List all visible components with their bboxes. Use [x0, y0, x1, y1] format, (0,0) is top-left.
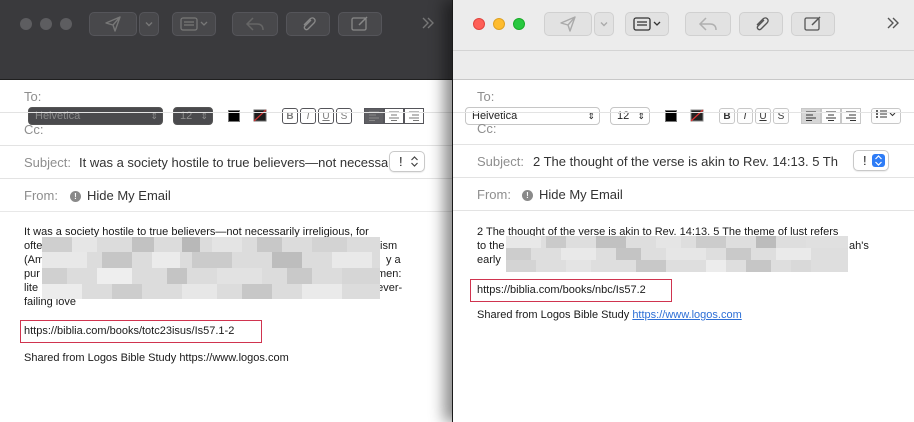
info-icon: !	[70, 191, 81, 202]
compose-format-icon	[804, 16, 821, 31]
cc-label: Cc:	[24, 122, 44, 137]
subject-field-row[interactable]: Subject: 2 The thought of the verse is a…	[453, 145, 914, 178]
close-button[interactable]	[20, 18, 32, 30]
chevron-down-icon	[145, 22, 153, 27]
send-options-button[interactable]	[139, 12, 159, 36]
subject-label: Subject:	[477, 154, 524, 169]
body-line-end: ah's	[849, 240, 869, 252]
left-format-bar: Helvetica ⇕ 12 ⇕ B I U S	[0, 51, 452, 125]
priority-select[interactable]: !	[853, 150, 889, 171]
body-line-start: pur	[24, 268, 40, 280]
highlighted-link-box: https://biblia.com/books/totc23isus/Is57…	[20, 320, 262, 343]
body-line-start: ofte	[24, 240, 43, 252]
attachment-icon	[756, 17, 769, 31]
header-fields-icon	[180, 17, 208, 31]
biblia-link[interactable]: https://biblia.com/books/totc23isus/Is57…	[24, 325, 234, 337]
to-field-row[interactable]: To:	[453, 80, 914, 113]
header-fields-icon	[633, 17, 661, 31]
reply-icon	[698, 17, 717, 31]
body-line-end: y a	[386, 254, 401, 266]
share-line: Shared from Logos Bible Study https://ww…	[24, 352, 289, 364]
format-button[interactable]	[338, 12, 382, 36]
right-titlebar	[453, 0, 914, 51]
reply-icon	[245, 17, 264, 31]
send-options-button[interactable]	[594, 12, 614, 36]
stepper-chevrons-icon	[408, 155, 421, 168]
right-format-bar: Helvetica ⇕ 12 ⇕ B I U S	[453, 51, 914, 125]
info-icon: !	[522, 190, 533, 201]
send-button[interactable]	[89, 12, 137, 36]
attachment-button[interactable]	[739, 12, 783, 36]
subject-label: Subject:	[24, 155, 71, 170]
zoom-button[interactable]	[513, 18, 525, 30]
biblia-link[interactable]: https://biblia.com/books/nbc/Is57.2	[477, 284, 646, 296]
compose-format-icon	[351, 16, 368, 31]
to-label: To:	[477, 89, 495, 104]
share-line: Shared from Logos Bible Study https://ww…	[477, 309, 742, 321]
body-line-start: lite	[24, 282, 39, 294]
right-mail-compose-window: Helvetica ⇕ 12 ⇕ B I U S To: Cc: Subject…	[452, 0, 914, 422]
subject-input[interactable]: 2 The thought of the verse is akin to Re…	[533, 154, 853, 169]
subject-field-row[interactable]: Subject: It was a society hostile to tru…	[0, 146, 452, 179]
highlighted-link-box: https://biblia.com/books/nbc/Is57.2	[470, 279, 672, 302]
body-line-end: ism	[380, 240, 398, 252]
from-value: Hide My Email	[87, 188, 171, 203]
cc-field-row[interactable]: Cc:	[0, 113, 452, 146]
pixelated-redaction	[42, 237, 380, 299]
priority-select[interactable]: !	[389, 151, 425, 172]
overflow-chevrons-icon	[887, 17, 899, 29]
from-select[interactable]: ! Hide My Email	[70, 188, 171, 203]
from-label: From:	[477, 187, 511, 202]
from-select[interactable]: ! Hide My Email	[522, 187, 623, 202]
desktop: Helvetica ⇕ 12 ⇕ B I U S To: Cc: Subject…	[0, 0, 914, 422]
from-value: Hide My Email	[539, 187, 623, 202]
toolbar-overflow-button[interactable]	[420, 15, 436, 36]
stepper-chevrons-icon	[872, 154, 885, 167]
send-button[interactable]	[544, 12, 592, 36]
from-field-row: From: ! Hide My Email	[453, 178, 914, 211]
attachment-button[interactable]	[286, 12, 330, 36]
reply-button[interactable]	[685, 12, 731, 36]
body-line-start: early	[477, 254, 501, 266]
minimize-button[interactable]	[40, 18, 52, 30]
to-field-row[interactable]: To:	[0, 80, 452, 113]
to-label: To:	[24, 89, 42, 104]
left-mail-compose-window: Helvetica ⇕ 12 ⇕ B I U S To: Cc: Subject…	[0, 0, 452, 422]
priority-value: !	[863, 153, 867, 168]
toolbar-overflow-button[interactable]	[885, 15, 901, 36]
format-button[interactable]	[791, 12, 835, 36]
pixelated-redaction	[506, 236, 848, 272]
overflow-chevrons-icon	[422, 17, 434, 29]
body-line-start: to the	[477, 240, 505, 252]
logos-link[interactable]: https://www.logos.com	[179, 352, 288, 364]
from-field-row: From: ! Hide My Email	[0, 179, 452, 212]
cc-field-row[interactable]: Cc:	[453, 112, 914, 145]
header-fields-button[interactable]	[172, 12, 216, 36]
subject-input[interactable]: It was a society hostile to true believe…	[79, 155, 388, 170]
left-titlebar	[0, 0, 452, 51]
chevron-down-icon	[600, 22, 608, 27]
attachment-icon	[303, 17, 316, 31]
body-line-end: men:	[377, 268, 402, 280]
priority-value: !	[399, 154, 403, 169]
send-icon	[560, 16, 576, 32]
cc-label: Cc:	[477, 121, 497, 136]
send-icon	[105, 16, 121, 32]
zoom-button[interactable]	[60, 18, 72, 30]
close-button[interactable]	[473, 18, 485, 30]
share-prefix: Shared from Logos Bible Study	[24, 352, 180, 364]
minimize-button[interactable]	[493, 18, 505, 30]
logos-link[interactable]: https://www.logos.com	[632, 309, 741, 321]
share-prefix: Shared from Logos Bible Study	[477, 309, 633, 321]
from-label: From:	[24, 188, 58, 203]
header-fields-button[interactable]	[625, 12, 669, 36]
reply-button[interactable]	[232, 12, 278, 36]
